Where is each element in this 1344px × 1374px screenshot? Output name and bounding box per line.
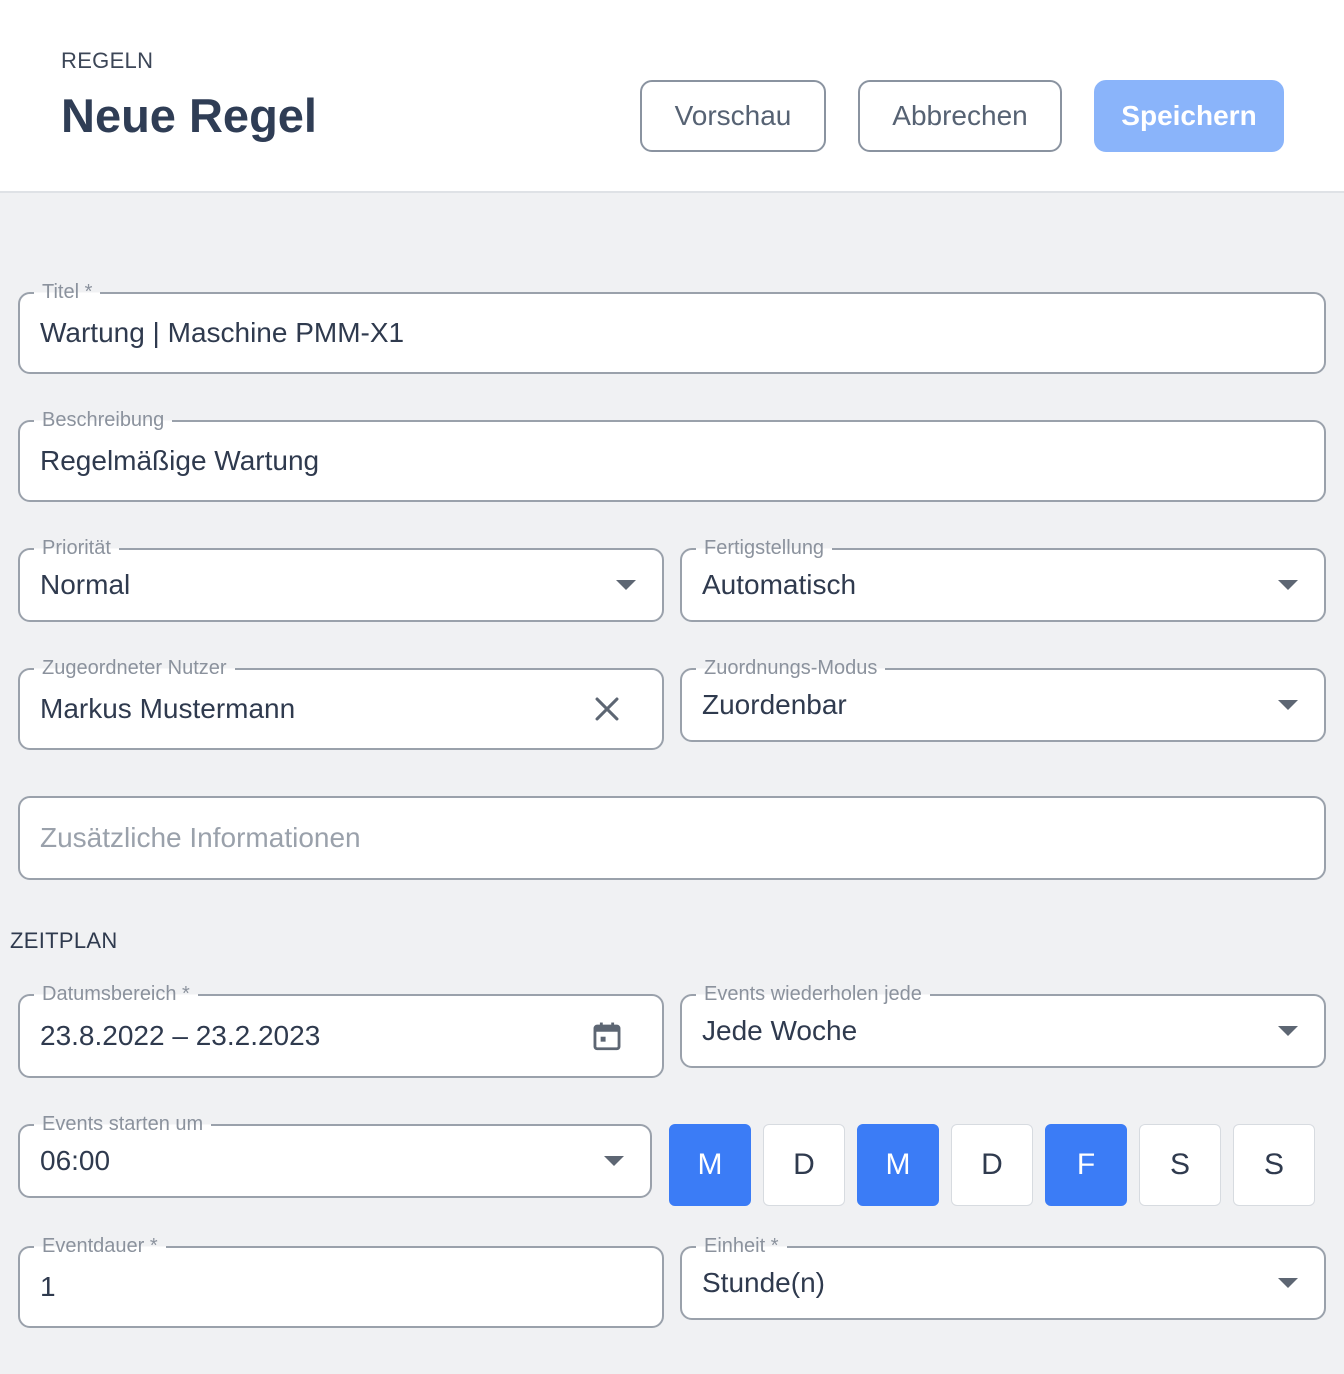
- repeat-value: Jede Woche: [702, 1015, 858, 1046]
- cancel-button[interactable]: Abbrechen: [858, 80, 1062, 152]
- page-header: REGELN Neue Regel Vorschau Abbrechen Spe…: [0, 0, 1344, 193]
- page-title: Neue Regel: [61, 89, 317, 142]
- weekday-toggle[interactable]: D: [951, 1124, 1033, 1206]
- additional-info-input[interactable]: Zusätzliche Informationen: [40, 798, 361, 878]
- breadcrumb[interactable]: REGELN: [61, 48, 153, 74]
- weekday-toggle[interactable]: F: [1045, 1124, 1127, 1206]
- completion-value: Automatisch: [702, 569, 857, 600]
- duration-field[interactable]: Eventdauer * 1: [18, 1234, 664, 1328]
- close-icon[interactable]: [590, 692, 624, 726]
- chevron-down-icon[interactable]: [1278, 1278, 1298, 1288]
- chevron-down-icon[interactable]: [1278, 580, 1298, 590]
- weekday-toggle[interactable]: M: [669, 1124, 751, 1206]
- date-range-field[interactable]: Datumsbereich * 23.8.2022 – 23.2.2023: [18, 982, 664, 1078]
- chevron-down-icon[interactable]: [604, 1156, 624, 1166]
- save-button[interactable]: Speichern: [1094, 80, 1284, 152]
- unit-select[interactable]: Einheit * Stunde(n): [680, 1234, 1326, 1320]
- weekday-toggle[interactable]: M: [857, 1124, 939, 1206]
- weekday-toggle[interactable]: S: [1233, 1124, 1315, 1206]
- duration-input[interactable]: 1: [40, 1248, 56, 1326]
- repeat-select[interactable]: Events wiederholen jede Jede Woche: [680, 982, 1326, 1068]
- assigned-user-input[interactable]: Markus Mustermann: [40, 670, 295, 748]
- chevron-down-icon[interactable]: [616, 580, 636, 590]
- priority-select[interactable]: Priorität Normal: [18, 536, 664, 622]
- chevron-down-icon[interactable]: [1278, 1026, 1298, 1036]
- start-time-select[interactable]: Events starten um 06:00: [18, 1112, 652, 1198]
- completion-select[interactable]: Fertigstellung Automatisch: [680, 536, 1326, 622]
- schedule-section-label: ZEITPLAN: [10, 928, 118, 953]
- weekday-toggle[interactable]: D: [763, 1124, 845, 1206]
- title-field[interactable]: Titel * Wartung | Maschine PMM-X1: [18, 280, 1326, 374]
- date-range-input[interactable]: 23.8.2022 – 23.2.2023: [40, 996, 320, 1076]
- description-field[interactable]: Beschreibung Regelmäßige Wartung: [18, 408, 1326, 502]
- assigned-user-field[interactable]: Zugeordneter Nutzer Markus Mustermann: [18, 656, 664, 750]
- assignment-mode-select[interactable]: Zuordnungs-Modus Zuordenbar: [680, 656, 1326, 742]
- start-time-value: 06:00: [40, 1145, 111, 1176]
- calendar-icon[interactable]: [590, 1019, 624, 1053]
- preview-button[interactable]: Vorschau: [640, 80, 826, 152]
- title-input[interactable]: Wartung | Maschine PMM-X1: [40, 294, 404, 372]
- weekday-toggle[interactable]: S: [1139, 1124, 1221, 1206]
- priority-value: Normal: [40, 569, 131, 600]
- unit-value: Stunde(n): [702, 1267, 825, 1298]
- assignment-mode-value: Zuordenbar: [702, 689, 847, 720]
- chevron-down-icon[interactable]: [1278, 700, 1298, 710]
- additional-info-field[interactable]: Zusätzliche Informationen: [18, 796, 1326, 880]
- description-input[interactable]: Regelmäßige Wartung: [40, 422, 319, 500]
